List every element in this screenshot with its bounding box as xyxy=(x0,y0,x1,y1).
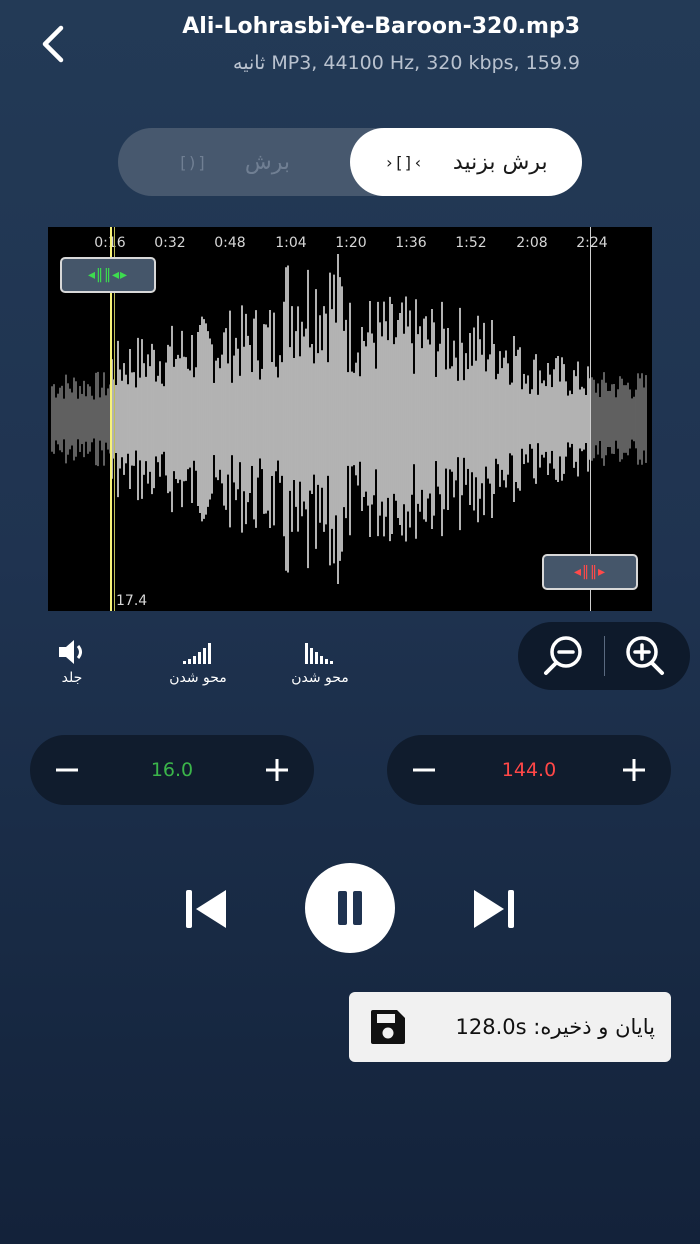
tick-label: 1:20 xyxy=(335,235,367,251)
end-increment-button[interactable] xyxy=(599,735,669,805)
mode-option-trim[interactable]: ›[]‹ برش بزنید xyxy=(350,128,582,196)
fade-in-label: محو شدن xyxy=(169,670,227,686)
zoom-controls xyxy=(518,622,690,690)
tick-label: 2:08 xyxy=(516,235,548,251)
speaker-icon xyxy=(59,640,82,664)
fade-out-icon xyxy=(305,643,333,664)
fade-out-label: محو شدن xyxy=(291,670,349,686)
mode-option-trim-label: برش بزنید xyxy=(452,149,548,175)
back-button[interactable] xyxy=(30,18,78,70)
tick-label: 0:32 xyxy=(154,235,186,251)
start-time-label: 17.4 xyxy=(116,593,148,609)
minus-icon xyxy=(56,768,78,772)
finish-and-save-label: پایان و ذخیره: 128.0s xyxy=(455,1015,655,1039)
chevron-left-icon xyxy=(42,25,64,63)
volume-button[interactable]: جلد xyxy=(42,638,102,686)
start-handle[interactable]: ◂‖‖◂▸ xyxy=(60,257,156,293)
zoom-out-button[interactable] xyxy=(540,632,588,680)
tick-label: 1:04 xyxy=(275,235,307,251)
skip-to-start-button[interactable] xyxy=(180,884,232,934)
plus-icon xyxy=(266,759,288,781)
file-title: Ali-Lohrasbi-Ye-Baroon-320.mp3 xyxy=(182,14,580,39)
waveform-editor[interactable]: 0:16 0:32 0:48 1:04 1:20 1:36 1:52 2:08 … xyxy=(48,227,652,611)
file-info: MP3, 44100 Hz, 320 kbps, 159.9 ثانیه xyxy=(233,52,580,74)
plus-icon xyxy=(623,759,645,781)
start-decrement-button[interactable] xyxy=(32,735,102,805)
zoom-divider xyxy=(604,636,605,676)
finish-and-save-button[interactable]: پایان و ذخیره: 128.0s xyxy=(349,992,671,1062)
floppy-disk-icon xyxy=(371,1010,405,1044)
tick-label: 2:24 xyxy=(576,235,608,251)
drag-handle-icon: ◂‖‖▸ xyxy=(573,564,607,580)
fade-in-icon xyxy=(183,643,211,664)
trim-in-icon: ›[]‹ xyxy=(384,152,423,172)
tick-label: 1:36 xyxy=(395,235,427,251)
volume-label: جلد xyxy=(61,670,83,686)
drag-handle-icon: ◂‖‖◂▸ xyxy=(87,267,129,283)
skip-next-icon xyxy=(474,890,514,928)
timeline-ticks: 0:16 0:32 0:48 1:04 1:20 1:36 1:52 2:08 … xyxy=(48,235,652,255)
fade-out-button[interactable]: محو شدن xyxy=(282,638,358,686)
tick-label: 1:52 xyxy=(455,235,487,251)
zoom-out-icon xyxy=(544,636,582,675)
end-time-value[interactable]: 144.0 xyxy=(457,735,601,805)
header: Ali-Lohrasbi-Ye-Baroon-320.mp3 MP3, 4410… xyxy=(0,0,700,100)
skip-to-end-button[interactable] xyxy=(468,884,520,934)
trim-out-icon: [)] xyxy=(177,152,207,172)
end-time-stepper: 144.0 xyxy=(387,735,671,805)
skip-previous-icon xyxy=(186,890,226,928)
start-time-stepper: 16.0 xyxy=(30,735,314,805)
end-decrement-button[interactable] xyxy=(389,735,459,805)
fade-in-button[interactable]: محو شدن xyxy=(160,638,236,686)
minus-icon xyxy=(413,768,435,772)
pause-icon xyxy=(338,891,362,925)
mode-option-cut-out[interactable]: [)] برش xyxy=(118,128,350,196)
zoom-in-icon xyxy=(626,636,664,675)
start-increment-button[interactable] xyxy=(242,735,312,805)
start-time-value[interactable]: 16.0 xyxy=(100,735,244,805)
end-handle[interactable]: ◂‖‖▸ xyxy=(542,554,638,590)
mode-option-cut-out-label: برش xyxy=(244,149,291,175)
tick-label: 0:48 xyxy=(214,235,246,251)
pause-button[interactable] xyxy=(305,863,395,953)
mode-toggle: [)] برش ›[]‹ برش بزنید xyxy=(118,128,582,196)
zoom-in-button[interactable] xyxy=(620,632,668,680)
